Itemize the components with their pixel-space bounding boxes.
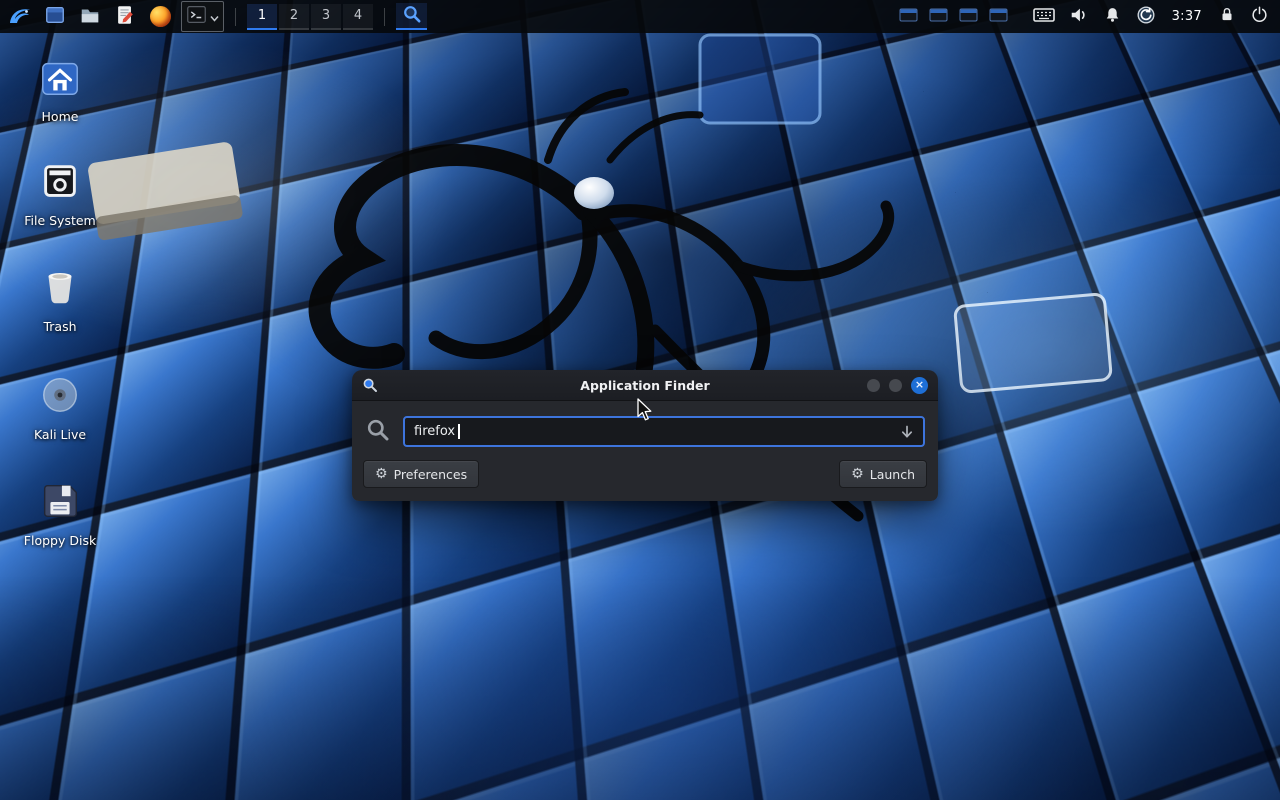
terminal-icon bbox=[186, 4, 207, 29]
launch-button-label: Launch bbox=[870, 467, 915, 482]
gear-icon: ⚙ bbox=[375, 467, 388, 481]
keyboard-icon[interactable] bbox=[1033, 7, 1055, 27]
search-input-value: firefox bbox=[414, 424, 455, 439]
desktop-icon-kali-live[interactable]: Kali Live bbox=[12, 370, 108, 444]
desktop-icon-file-system[interactable]: File System bbox=[12, 156, 108, 230]
desktop-icon-label: File System bbox=[24, 213, 96, 228]
preferences-button-label: Preferences bbox=[394, 467, 468, 482]
search-input[interactable]: firefox bbox=[403, 416, 925, 447]
launcher-text-editor[interactable] bbox=[111, 3, 139, 31]
panel-separator bbox=[235, 8, 236, 26]
workspace-2[interactable]: 2 bbox=[279, 4, 309, 30]
volume-icon[interactable] bbox=[1069, 5, 1089, 29]
clock[interactable]: 3:37 bbox=[1170, 9, 1204, 24]
screen-lock-icon[interactable] bbox=[1218, 5, 1236, 28]
panel-separator bbox=[384, 8, 385, 26]
window-title: Application Finder bbox=[580, 378, 709, 393]
network-status-icon[interactable] bbox=[1136, 5, 1156, 29]
kali-menu-button[interactable] bbox=[6, 3, 34, 31]
workspace-1[interactable]: 1 bbox=[247, 4, 277, 30]
search-icon bbox=[365, 417, 391, 447]
panel-appfinder-button[interactable] bbox=[396, 3, 427, 30]
power-icon[interactable] bbox=[1250, 5, 1269, 28]
floppy-icon bbox=[37, 478, 83, 528]
maximize-button[interactable] bbox=[889, 379, 902, 392]
chevron-down-icon[interactable] bbox=[210, 7, 219, 26]
harddisk-icon bbox=[37, 158, 83, 208]
launch-button[interactable]: ⚙ Launch bbox=[839, 460, 927, 488]
desktop-icon-trash[interactable]: Trash bbox=[12, 262, 108, 336]
trash-icon bbox=[37, 264, 83, 314]
tray-window-icon[interactable] bbox=[989, 7, 1009, 27]
screen: 1 2 3 4 bbox=[0, 0, 1280, 800]
search-icon bbox=[402, 4, 422, 27]
desktop-icon-label: Trash bbox=[43, 319, 76, 334]
kali-logo-icon bbox=[8, 3, 32, 30]
workspace-switcher: 1 2 3 4 bbox=[247, 4, 373, 30]
tray-window-icon[interactable] bbox=[899, 7, 919, 27]
workspace-3[interactable]: 3 bbox=[311, 4, 341, 30]
desktop-icon-label: Home bbox=[42, 109, 79, 124]
launcher-terminal[interactable] bbox=[181, 1, 224, 32]
folder-icon bbox=[79, 4, 101, 29]
top-panel: 1 2 3 4 bbox=[0, 0, 1280, 33]
launch-gear-icon: ⚙ bbox=[851, 467, 864, 481]
launcher-firefox[interactable] bbox=[146, 3, 174, 31]
launcher-file-manager[interactable] bbox=[76, 3, 104, 31]
tray-window-icons bbox=[899, 7, 1009, 27]
desktop-icon-label: Floppy Disk bbox=[24, 533, 96, 548]
tray-window-icon[interactable] bbox=[959, 7, 979, 27]
preferences-button[interactable]: ⚙ Preferences bbox=[363, 460, 479, 488]
text-caret bbox=[458, 424, 460, 439]
home-icon bbox=[37, 56, 83, 104]
notifications-bell-icon[interactable] bbox=[1103, 5, 1122, 28]
launcher-window-manager[interactable] bbox=[41, 3, 69, 31]
minimize-button[interactable] bbox=[867, 379, 880, 392]
desktop-icon-label: Kali Live bbox=[34, 427, 86, 442]
titlebar-buttons: × bbox=[867, 370, 928, 400]
dropdown-arrow-icon[interactable] bbox=[900, 425, 914, 439]
panel-status-area: 3:37 bbox=[899, 5, 1274, 29]
appfinder-window-icon bbox=[362, 377, 378, 393]
dialog-buttons: ⚙ Preferences ⚙ Launch bbox=[362, 460, 928, 488]
document-pencil-icon bbox=[114, 4, 136, 29]
firefox-icon bbox=[150, 6, 171, 27]
window-icon bbox=[44, 4, 66, 29]
application-finder-window: Application Finder × firefox bbox=[352, 370, 938, 501]
disc-icon bbox=[37, 372, 83, 422]
desktop-icon-home[interactable]: Home bbox=[12, 54, 108, 126]
window-body: firefox ⚙ Preferences ⚙ bbox=[352, 401, 938, 501]
desktop-icon-floppy-disk[interactable]: Floppy Disk bbox=[12, 476, 108, 550]
tray-window-icon[interactable] bbox=[929, 7, 949, 27]
search-row: firefox bbox=[365, 416, 925, 447]
workspace-4[interactable]: 4 bbox=[343, 4, 373, 30]
close-button[interactable]: × bbox=[911, 377, 928, 394]
window-titlebar[interactable]: Application Finder × bbox=[352, 370, 938, 401]
